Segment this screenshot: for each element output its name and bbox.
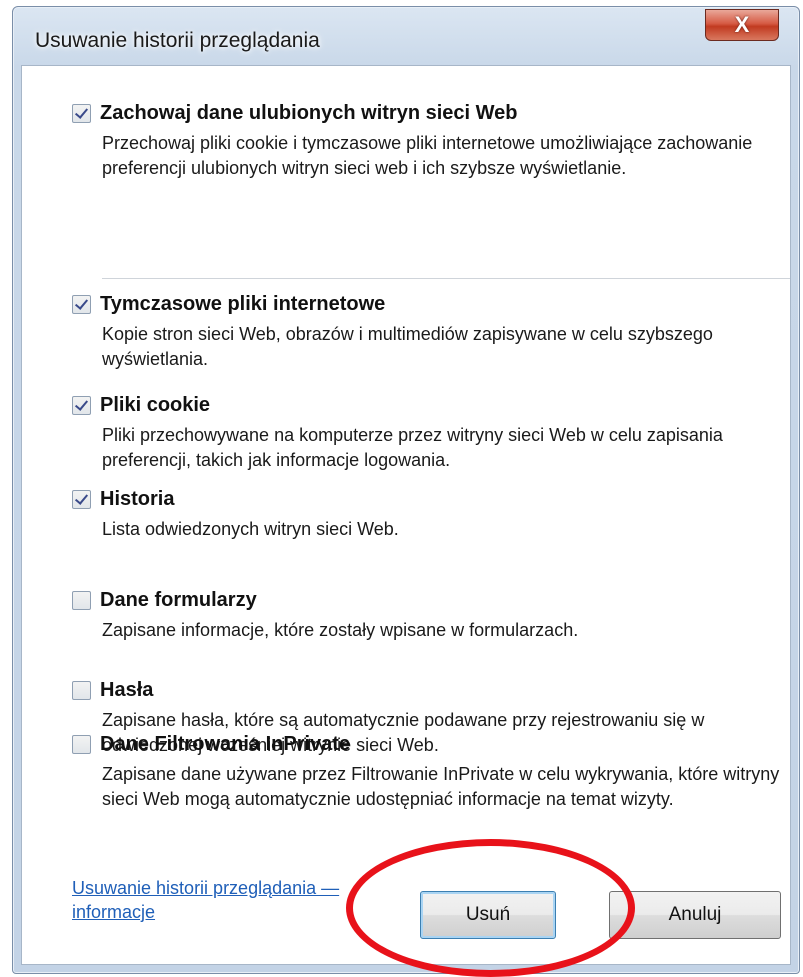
help-link[interactable]: Usuwanie historii przeglądania — informa… xyxy=(72,876,372,924)
close-button[interactable]: X xyxy=(705,9,779,41)
title-bar[interactable]: Usuwanie historii przeglądania X xyxy=(13,7,799,69)
close-icon: X xyxy=(734,12,750,37)
option-title: Pliki cookie xyxy=(100,394,211,416)
delete-button-label: Usuń xyxy=(465,904,511,925)
temp-files-checkbox[interactable] xyxy=(72,295,91,314)
option-description: Pliki przechowywane na komputerze przez … xyxy=(102,425,723,470)
passwords-checkbox[interactable] xyxy=(72,681,91,700)
option-inprivate: Dane Filtrowania InPrivate Zapisane dane… xyxy=(72,733,792,812)
option-history: Historia Lista odwiedzonych witryn sieci… xyxy=(72,488,792,542)
option-description: Przechowaj pliki cookie i tymczasowe pli… xyxy=(102,133,753,178)
option-title: Tymczasowe pliki internetowe xyxy=(100,293,386,315)
delete-history-dialog: Usuwanie historii przeglądania X Zachowa… xyxy=(12,6,800,974)
form-data-checkbox[interactable] xyxy=(72,591,91,610)
option-description: Lista odwiedzonych witryn sieci Web. xyxy=(102,519,399,539)
option-title: Historia xyxy=(100,488,175,510)
inprivate-checkbox[interactable] xyxy=(72,735,91,754)
option-favorites: Zachowaj dane ulubionych witryn sieci We… xyxy=(72,102,792,181)
dialog-title: Usuwanie historii przeglądania xyxy=(35,29,320,52)
option-form-data: Dane formularzy Zapisane informacje, któ… xyxy=(72,589,792,643)
history-checkbox[interactable] xyxy=(72,490,91,509)
cookies-checkbox[interactable] xyxy=(72,396,91,415)
option-description: Kopie stron sieci Web, obrazów i multime… xyxy=(102,324,713,369)
option-temp-files: Tymczasowe pliki internetowe Kopie stron… xyxy=(72,293,792,372)
option-description: Zapisane dane używane przez Filtrowanie … xyxy=(102,764,780,809)
favorites-checkbox[interactable] xyxy=(72,104,91,123)
dialog-content: Zachowaj dane ulubionych witryn sieci We… xyxy=(21,65,791,965)
option-title: Hasła xyxy=(100,679,154,701)
option-cookies: Pliki cookie Pliki przechowywane na komp… xyxy=(72,394,792,473)
option-title: Zachowaj dane ulubionych witryn sieci We… xyxy=(100,102,518,124)
cancel-button[interactable]: Anuluj xyxy=(609,891,781,939)
cancel-button-label: Anuluj xyxy=(668,904,722,925)
option-description: Zapisane informacje, które zostały wpisa… xyxy=(102,620,579,640)
option-title: Dane Filtrowania InPrivate xyxy=(100,733,351,755)
separator xyxy=(102,278,790,279)
option-title: Dane formularzy xyxy=(100,589,257,611)
delete-button[interactable]: Usuń xyxy=(420,891,556,939)
